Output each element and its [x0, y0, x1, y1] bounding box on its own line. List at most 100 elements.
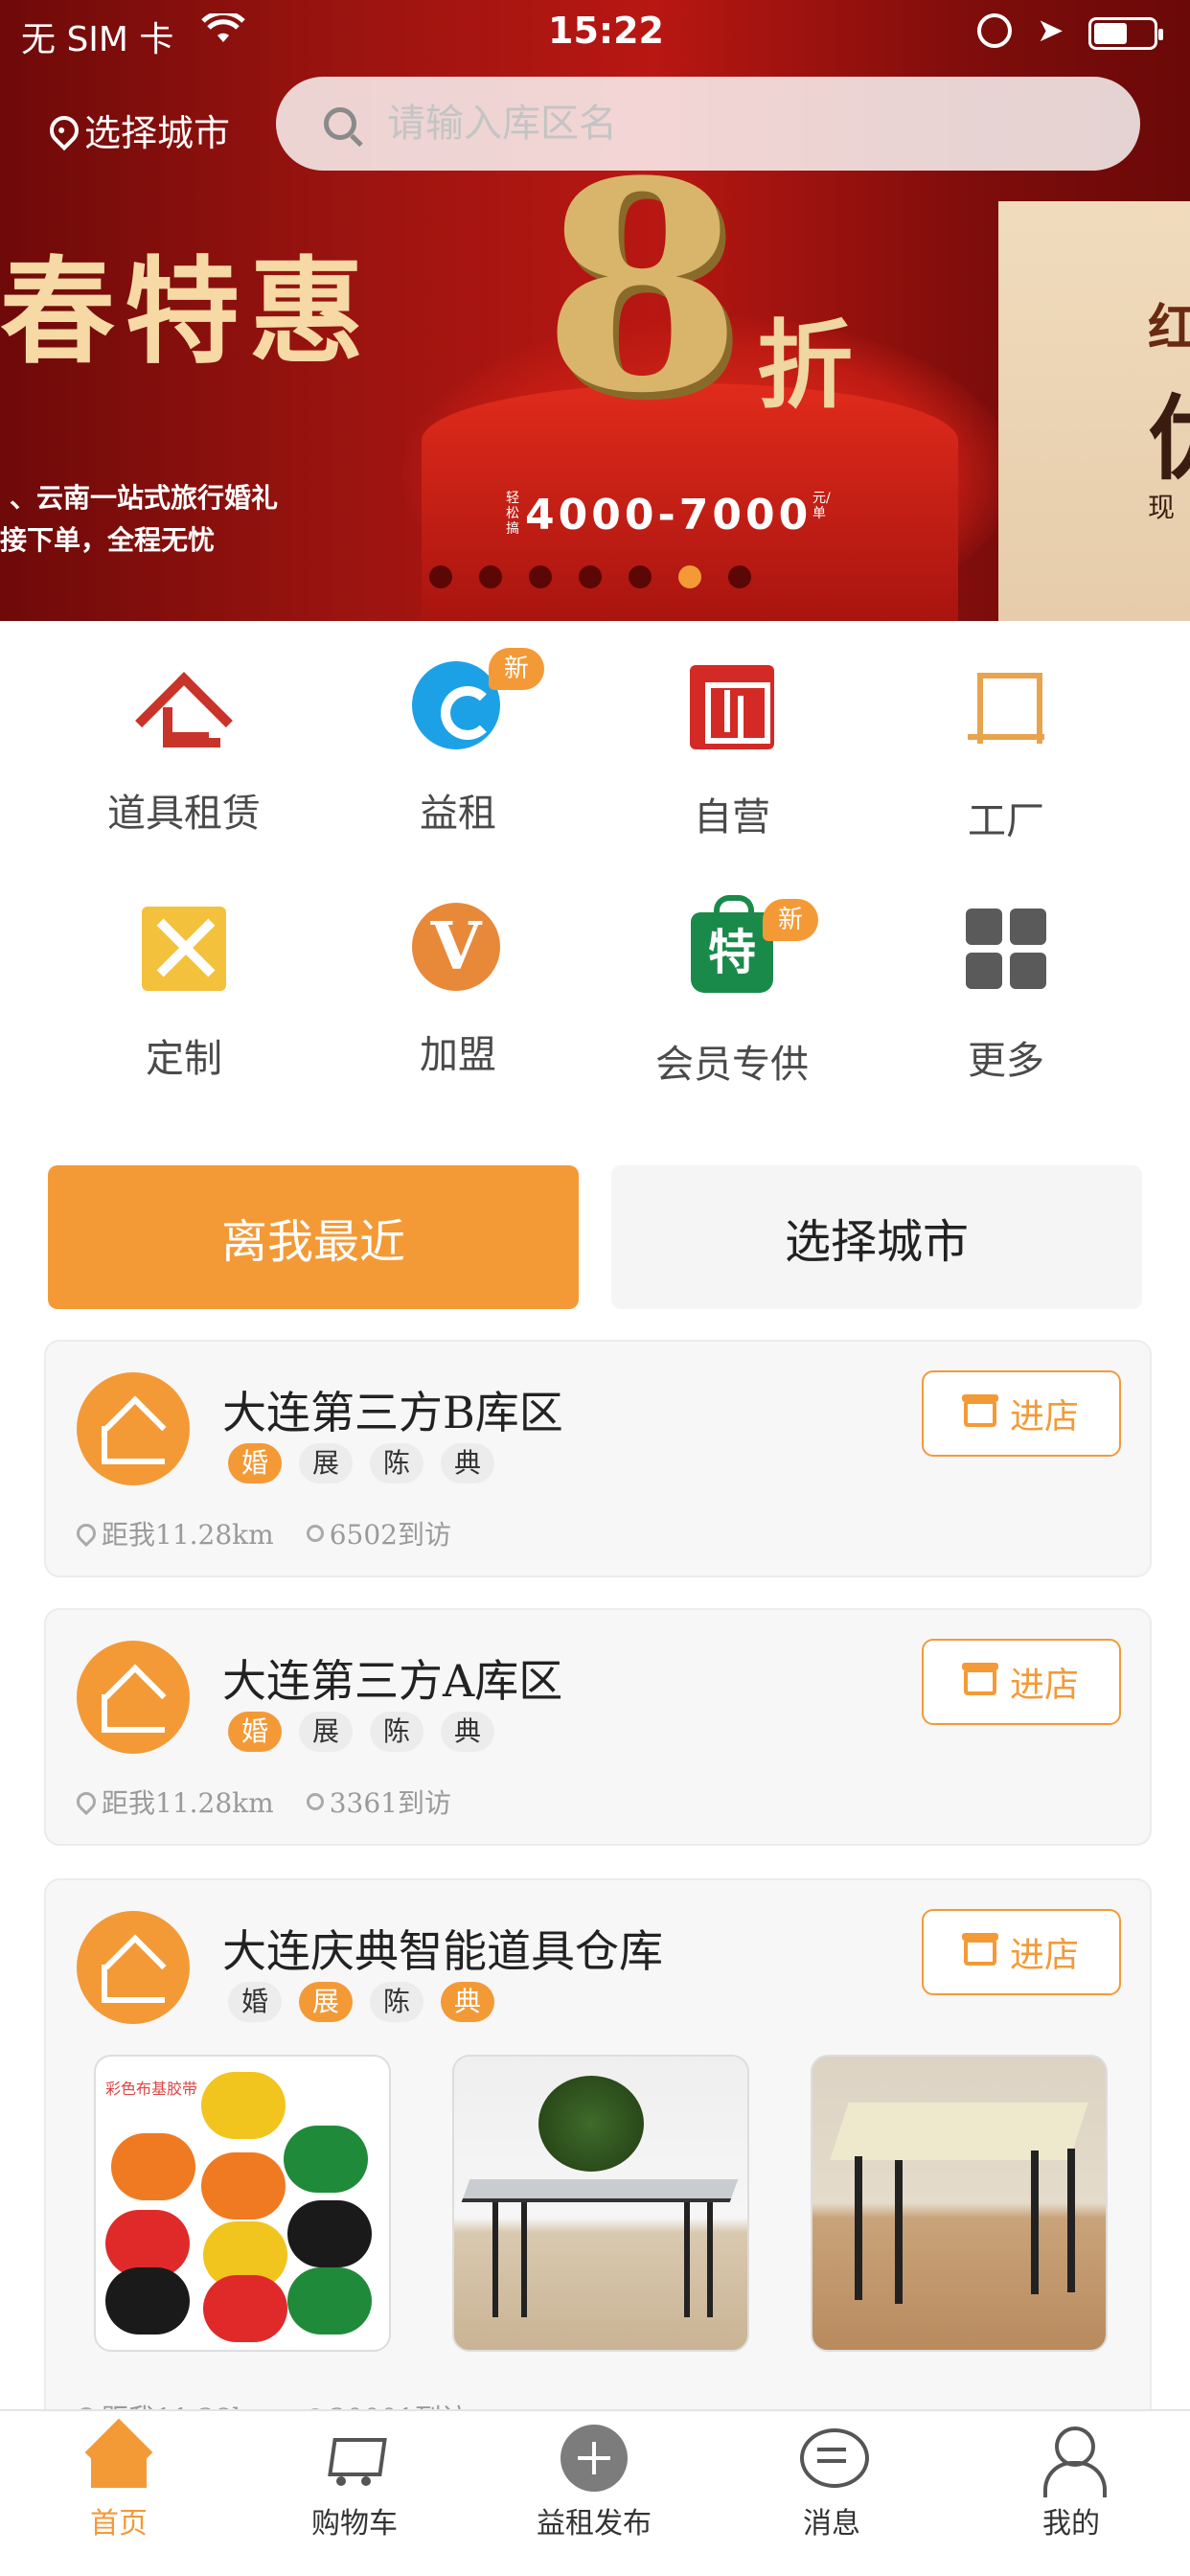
category-more[interactable]: 更多	[862, 903, 1150, 1085]
enter-store-label: 进店	[1009, 1666, 1079, 1705]
category-prop-rental[interactable]: 道具租赁	[40, 661, 328, 838]
visits: 3361到访	[306, 1782, 451, 1821]
blue-circle-icon	[412, 661, 500, 749]
carousel-dot[interactable]	[678, 565, 701, 588]
home-icon	[85, 2425, 152, 2492]
wifi-icon	[201, 10, 245, 55]
category-member-exclusive[interactable]: 特 新 会员专供	[588, 895, 876, 1089]
tag-exhibition: 展	[299, 1443, 353, 1484]
tab-mine[interactable]: 我的	[975, 2425, 1167, 2542]
store-logo-icon	[77, 1372, 190, 1485]
category-icon-wrap	[960, 908, 1052, 1000]
search-icon	[324, 107, 356, 140]
tag-wedding: 婚	[228, 1712, 282, 1752]
category-label: 自营	[694, 795, 770, 840]
category-label: 工厂	[968, 799, 1044, 843]
desk-top	[830, 2103, 1088, 2160]
desk-leg	[895, 2160, 903, 2304]
tag-ceremony: 典	[441, 1982, 494, 2022]
bench-top	[461, 2179, 739, 2202]
location-pin-icon	[72, 1787, 101, 1816]
building-icon	[690, 665, 774, 749]
enter-store-button[interactable]: 进店	[922, 1639, 1121, 1725]
tag-exhibition: 展	[299, 1982, 353, 2022]
tab-publish[interactable]: 益租发布	[498, 2425, 690, 2542]
store-name: 大连第三方B库区	[222, 1387, 563, 1438]
ruler-pencil-icon	[142, 907, 226, 991]
carousel-dot[interactable]	[529, 565, 552, 588]
carousel-dot[interactable]	[579, 565, 602, 588]
city-selector[interactable]: 选择城市	[43, 104, 230, 156]
category-label: 更多	[968, 1039, 1044, 1083]
user-icon	[1038, 2425, 1107, 2497]
carousel-dots	[429, 565, 751, 588]
store-card[interactable]: 大连第三方A库区 婚 展 陈 典 进店 距我11.28km 3361到访	[44, 1608, 1152, 1846]
tag-ceremony: 典	[441, 1443, 494, 1484]
store-meta: 距我11.28km 6502到访	[72, 1514, 451, 1552]
banner-discount-number: 8	[542, 118, 743, 456]
category-self-run[interactable]: 自营	[588, 661, 876, 841]
category-label: 定制	[146, 1037, 222, 1081]
shopping-bag-icon: 特	[691, 895, 773, 993]
bench-leg	[521, 2202, 527, 2317]
tab-home[interactable]: 首页	[23, 2425, 215, 2542]
store-tags: 婚 展 陈 典	[228, 1443, 494, 1484]
category-icon-wrap: V	[412, 903, 504, 995]
tag-display: 陈	[370, 1443, 423, 1484]
banner-subline-1: 、云南一站式旅行婚礼	[10, 482, 279, 514]
store-logo-icon	[77, 1641, 190, 1754]
category-label: 会员专供	[655, 1043, 809, 1087]
tab-cart-label: 购物车	[311, 2507, 398, 2541]
banner-price-unit: 元/单	[812, 491, 831, 521]
bench-leg	[684, 2202, 690, 2317]
carousel-dot[interactable]	[429, 565, 452, 588]
product-photo-tape[interactable]: 彩色布基胶带	[94, 2055, 391, 2352]
search-bar[interactable]	[276, 77, 1140, 171]
product-photo-desk[interactable]	[811, 2055, 1108, 2352]
banner-discount-unit: 折	[757, 309, 853, 422]
category-franchise[interactable]: V 加盟	[314, 903, 602, 1079]
plus-icon	[561, 2425, 628, 2492]
carousel-dot[interactable]	[479, 565, 502, 588]
carousel-dot[interactable]	[728, 565, 751, 588]
clock: 15:22	[548, 10, 664, 52]
category-label: 加盟	[420, 1033, 496, 1077]
desk-leg	[1067, 2149, 1075, 2292]
v-circle-icon: V	[412, 903, 500, 991]
tab-cart[interactable]: 购物车	[259, 2425, 450, 2542]
banner-subline-2: 接下单，全程无忧	[0, 524, 216, 556]
store-card[interactable]: 大连第三方B库区 婚 展 陈 典 进店 距我11.28km 6502到访	[44, 1340, 1152, 1577]
category-icon-wrap	[138, 907, 230, 999]
category-factory[interactable]: 工厂	[862, 661, 1150, 845]
banner-price-prefix: 轻松搞	[506, 491, 519, 537]
distance-text: 距我11.28km	[102, 1519, 274, 1551]
enter-store-button[interactable]: 进店	[922, 1909, 1121, 1995]
category-icon-wrap: 特 新	[686, 895, 818, 1004]
product-photo-bench[interactable]	[452, 2055, 749, 2352]
enter-store-button[interactable]: 进店	[922, 1370, 1121, 1457]
banner-next-text-3: 现	[1148, 492, 1176, 523]
category-yizu[interactable]: 新 益租	[314, 648, 602, 838]
tab-messages-label: 消息	[803, 2507, 860, 2541]
store-name: 大连第三方A库区	[222, 1655, 563, 1707]
banner-next-text-1: 红	[1148, 300, 1190, 357]
search-input[interactable]	[387, 102, 1115, 146]
user-icon	[306, 1793, 324, 1810]
storefront-icon	[961, 1394, 998, 1427]
bottom-tab-bar: 首页 购物车 益租发布 消息 我的	[0, 2409, 1190, 2576]
tab-messages[interactable]: 消息	[736, 2425, 927, 2542]
choose-city-tab[interactable]: 选择城市	[611, 1165, 1142, 1309]
storefront-icon	[961, 1663, 998, 1695]
location-arrow-icon: ➤	[1037, 12, 1064, 50]
category-custom[interactable]: 定制	[40, 903, 328, 1083]
location-pin-icon	[72, 1519, 101, 1548]
store-card[interactable]: 大连庆典智能道具仓库 婚 展 陈 典 进店 彩色布基胶带	[44, 1878, 1152, 2453]
category-label: 道具租赁	[107, 792, 261, 836]
tag-display: 陈	[370, 1712, 423, 1752]
nearest-tab[interactable]: 离我最近	[48, 1165, 579, 1309]
carousel-dot[interactable]	[629, 565, 652, 588]
tag-wedding: 婚	[228, 1443, 282, 1484]
tab-mine-label: 我的	[1042, 2507, 1100, 2541]
bench-leg	[707, 2202, 713, 2317]
grid-icon	[966, 908, 1046, 989]
